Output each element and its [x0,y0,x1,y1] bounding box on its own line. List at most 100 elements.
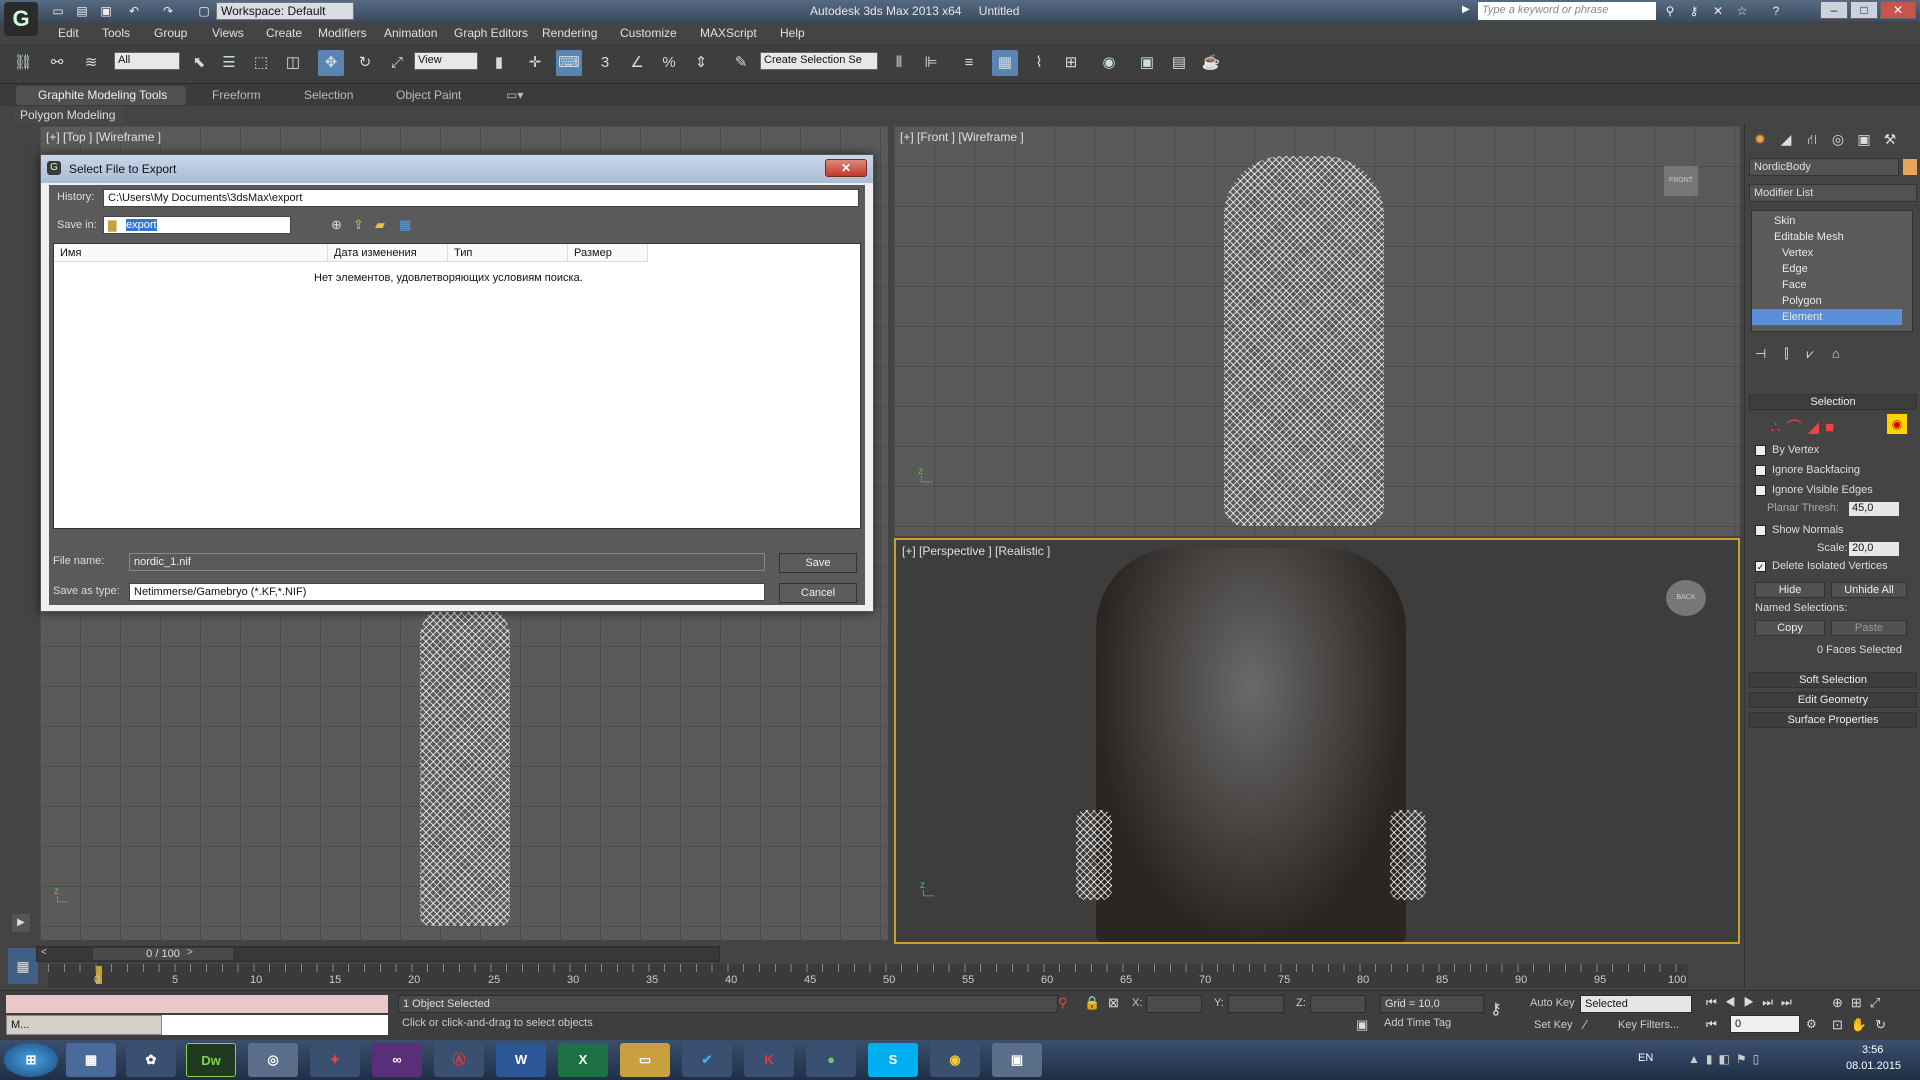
redo-icon[interactable]: ↷ [160,3,176,19]
element-mode-icon[interactable]: ◉ [1887,414,1907,434]
taskbar-app-icon-2[interactable]: ✔ [682,1043,732,1077]
planar-thresh-spinner[interactable]: 45,0 [1849,502,1899,516]
menu-graph-editors[interactable]: Graph Editors [454,26,528,40]
percent-snap-icon[interactable]: % [656,50,682,76]
viewport-expand-icon[interactable]: ▶ [12,914,30,932]
dialog-title-bar[interactable]: G Select File to Export [41,155,873,183]
reference-coordinate-dropdown[interactable]: View [414,52,478,70]
maxscript-listener-mini[interactable] [6,995,388,1013]
edit-named-selection-icon[interactable]: ✎ [728,50,754,76]
subobject-mode-icons[interactable]: ∴⌒◢■ [1771,416,1840,437]
save-button[interactable]: Save [779,553,857,573]
named-selection-set-dropdown[interactable]: Create Selection Se [760,52,878,70]
set-key-mode-key-icon[interactable]: ⚷ [1490,999,1502,1019]
favorites-star-icon[interactable]: ☆ [1734,3,1750,19]
ignore-visible-edges-row[interactable]: Ignore Visible Edges [1755,484,1873,496]
tab-freeform[interactable]: Freeform [212,88,261,102]
hierarchy-tab-icon[interactable]: ⛙ [1801,128,1823,150]
menu-create[interactable]: Create [266,26,302,40]
taskbar-3dsmax-icon[interactable]: ◎ [248,1043,298,1077]
layer-manager-icon[interactable]: ≡ [956,50,982,76]
application-button[interactable]: G [4,2,38,36]
viewport-front-label[interactable]: [+] [Front ] [Wireframe ] [900,130,1024,144]
tab-graphite-modeling-tools[interactable]: Graphite Modeling Tools [38,88,167,102]
hide-button[interactable]: Hide [1755,582,1825,598]
auto-key-button[interactable]: Auto Key [1530,997,1575,1009]
curve-editor-icon[interactable]: ⌇ [1026,50,1052,76]
set-key-button[interactable]: Set Key [1534,1019,1573,1031]
time-slider[interactable]: < 0 / 100 > [36,946,720,962]
selection-rollout-header[interactable]: Selection [1749,394,1917,410]
viewcube-front[interactable]: FRONT [1664,166,1698,196]
soft-selection-rollout[interactable]: Soft Selection [1749,672,1917,688]
rectangular-selection-icon[interactable]: ⬚ [248,50,274,76]
history-dropdown[interactable]: C:\Users\My Documents\3dsMax\export [103,189,859,207]
absolute-mode-icon[interactable]: ⊠ [1108,995,1119,1011]
file-list[interactable]: Имя Дата изменения Тип Размер Нет элемен… [53,243,861,529]
select-and-move-icon[interactable]: ✥ [318,50,344,76]
viewport-perspective[interactable]: [+] [Perspective ] [Realistic ] BACK z └─ [894,538,1740,944]
menu-rendering[interactable]: Rendering [542,26,597,40]
help-search-input[interactable]: Type a keyword or phrase [1478,2,1656,20]
time-next-icon[interactable]: > [187,947,193,958]
stack-item-skin[interactable]: Skin [1752,213,1902,229]
display-tab-icon[interactable]: ▣ [1853,128,1875,150]
pivot-center-icon[interactable]: ▮ [486,50,512,76]
menu-modifiers[interactable]: Modifiers [318,26,367,40]
column-date-modified[interactable]: Дата изменения [328,244,448,262]
start-button[interactable]: ⊞ [4,1043,58,1077]
select-and-rotate-icon[interactable]: ↻ [352,50,378,76]
add-time-tag-button[interactable]: Add Time Tag [1384,1017,1451,1029]
stack-item-face[interactable]: Face [1752,277,1902,293]
graphite-toggle-icon[interactable]: ▦ [992,50,1018,76]
modifier-list-dropdown[interactable]: Modifier List [1749,184,1917,202]
ribbon-polygon-modeling[interactable]: Polygon Modeling [14,106,124,124]
clock-time[interactable]: 3:56 [1862,1044,1883,1056]
by-vertex-row[interactable]: By Vertex [1755,444,1819,456]
taskbar-dreamweaver-icon[interactable]: Dw [186,1043,236,1077]
unlink-icon[interactable]: ⚯ [44,50,70,76]
modify-tab-icon[interactable]: ◢ [1775,128,1797,150]
copy-button[interactable]: Copy [1755,620,1825,636]
taskbar-chrome-icon[interactable]: ◉ [930,1043,980,1077]
keyboard-shortcut-override-icon[interactable]: ⌨ [556,50,582,76]
normals-scale-spinner[interactable]: 20,0 [1849,542,1899,556]
viewport-front[interactable]: [+] [Front ] [Wireframe ] FRONT z └─ [894,126,1740,536]
taskbar-kaspersky-icon[interactable]: K [744,1043,794,1077]
time-tag-icon[interactable]: ▣ [1356,1017,1368,1033]
save-file-icon[interactable]: ▣ [98,3,114,19]
taskbar-app-icon[interactable]: ✦ [310,1043,360,1077]
minimized-window[interactable]: M... [6,1015,162,1035]
selection-lock-icon[interactable]: 🔒 [1084,995,1100,1011]
select-and-manipulate-icon[interactable]: ✛ [522,50,548,76]
playback-controls[interactable]: ⏮◀▶⏭⏭ [1706,995,1800,1010]
taskbar-skype-icon[interactable]: S [868,1043,918,1077]
viewport-nav-controls[interactable]: ⊕⊞⤢ [1832,995,1888,1011]
stack-item-edge[interactable]: Edge [1752,261,1902,277]
motion-tab-icon[interactable]: ◎ [1827,128,1849,150]
new-file-icon[interactable]: ▭ [50,3,66,19]
time-prev-icon[interactable]: < [41,947,47,958]
taskbar-video-icon[interactable]: ▣ [992,1043,1042,1077]
select-by-name-icon[interactable]: ☰ [216,50,242,76]
back-icon[interactable]: ⊕ [331,217,342,233]
select-object-icon[interactable]: ⬉ [186,50,212,76]
current-frame-field[interactable]: 0 [1730,1015,1800,1033]
ribbon-options-icon[interactable]: ▭▾ [506,88,523,102]
stack-item-polygon[interactable]: Polygon [1752,293,1902,309]
angle-snap-icon[interactable]: ∠ [624,50,650,76]
taskbar-explorer-icon[interactable]: ▦ [66,1043,116,1077]
close-window-button[interactable]: ✕ [1880,1,1916,19]
paste-button[interactable]: Paste [1831,620,1907,636]
menu-help[interactable]: Help [780,26,805,40]
show-normals-row[interactable]: Show Normals [1755,524,1844,536]
unhide-all-button[interactable]: Unhide All [1831,582,1907,598]
tab-object-paint[interactable]: Object Paint [396,88,461,102]
undo-icon[interactable]: ↶ [126,3,142,19]
align-icon[interactable]: ⊫ [918,50,944,76]
maximize-button[interactable]: □ [1850,1,1878,19]
viewport-top-label[interactable]: [+] [Top ] [Wireframe ] [46,130,161,144]
edit-geometry-rollout[interactable]: Edit Geometry [1749,692,1917,708]
taskbar-excel-icon[interactable]: X [558,1043,608,1077]
file-name-input[interactable]: nordic_1.nif [129,553,765,571]
